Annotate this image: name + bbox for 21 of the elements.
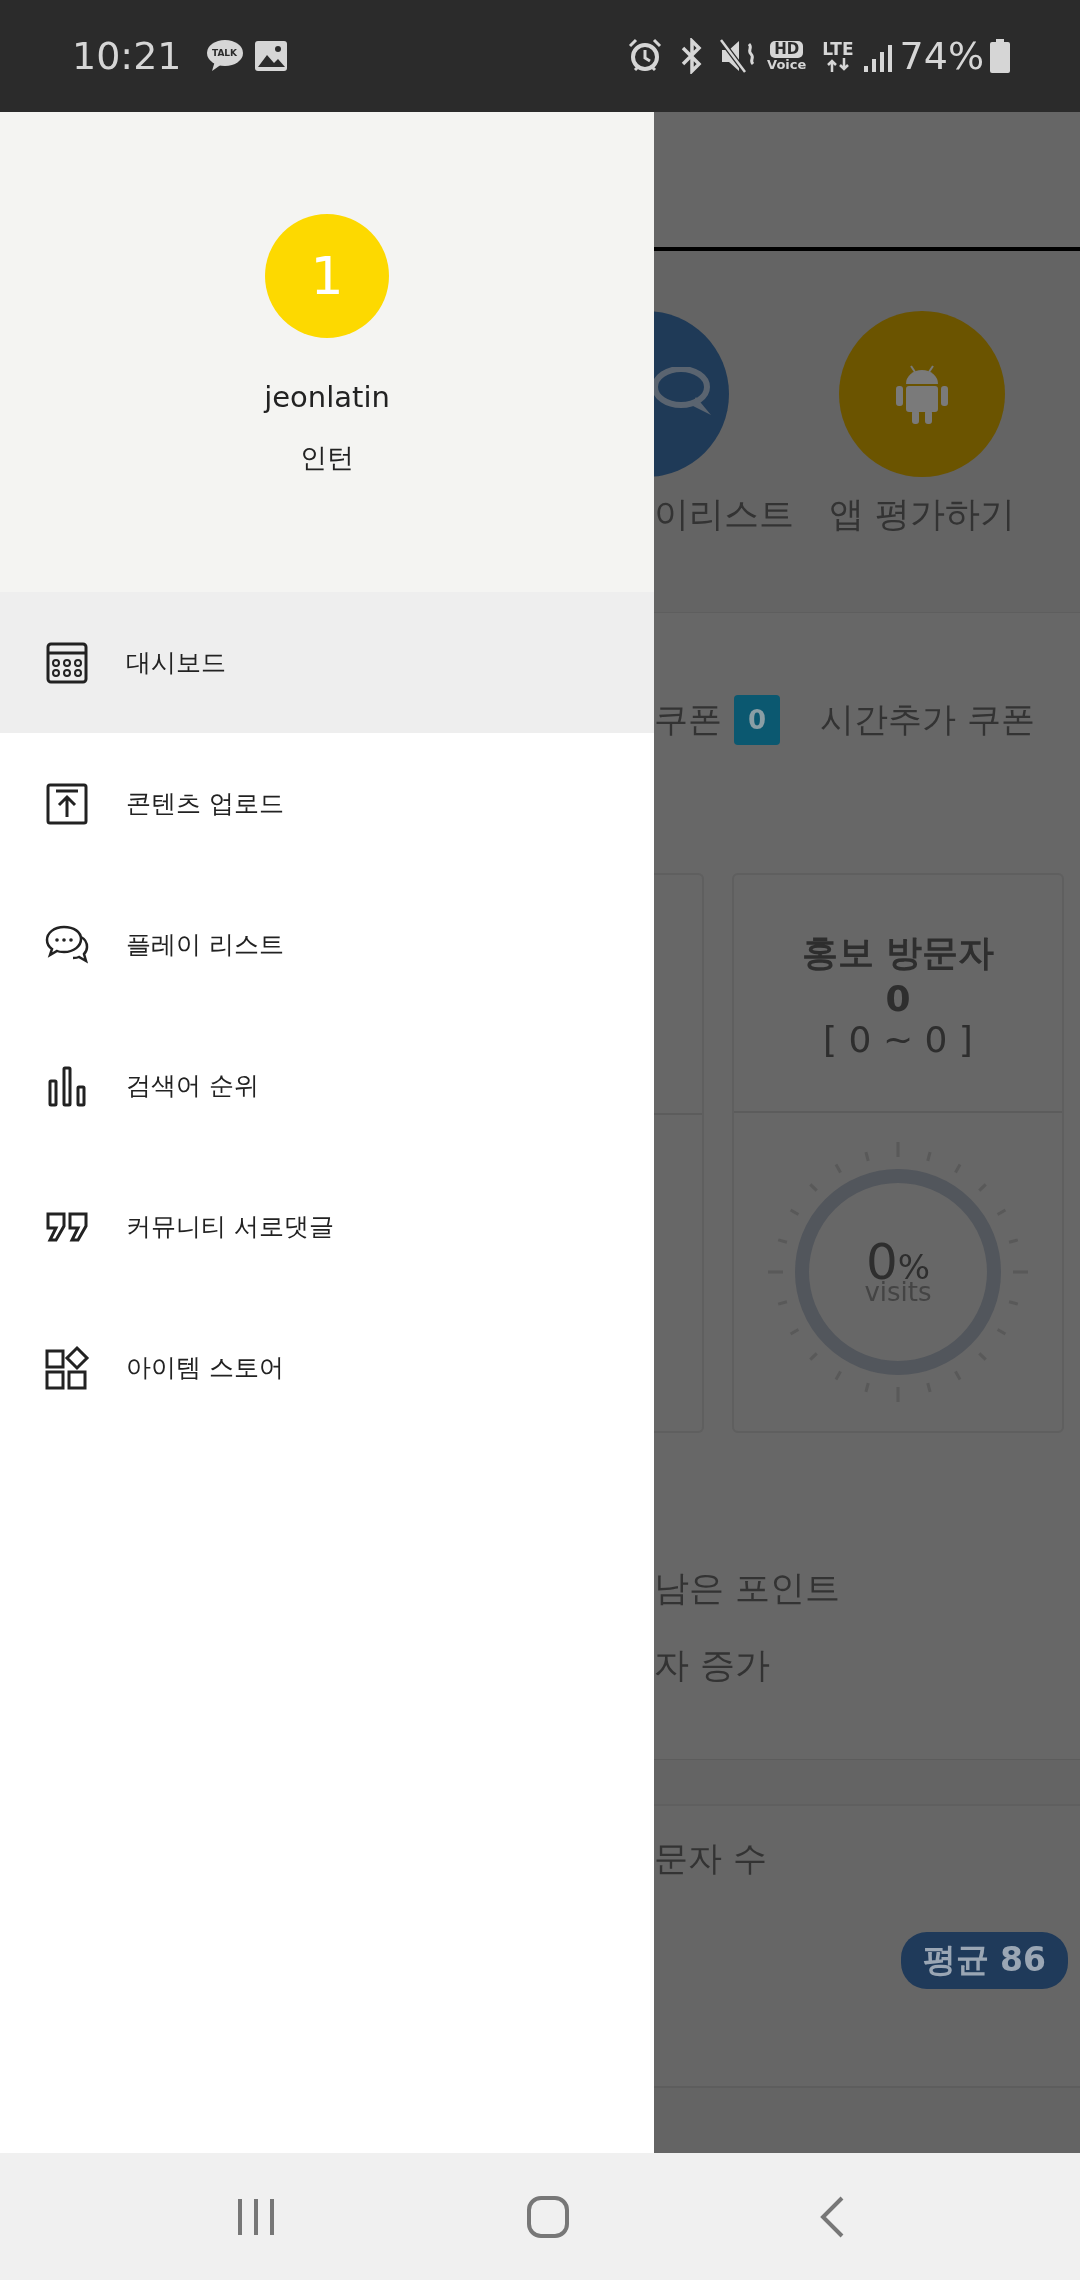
image-icon [253,40,288,72]
hd-badge: HD [770,41,804,58]
clock: 10:21 [72,34,182,78]
stat-value: 0 [885,978,911,1019]
battery-icon [990,39,1010,73]
average-badge: 평균 86 [900,1932,1068,1989]
stat-title: 홍보 방문자 [801,931,995,975]
voice-label: Voice [767,57,807,71]
user-role: 인턴 [300,441,354,475]
network-label: LTE [822,40,854,58]
alarm-icon [627,38,664,74]
menu-item[interactable]: 대시보드 [0,592,654,733]
stat-range: [ 0 ~ 0 ] [823,1019,973,1060]
back-icon[interactable] [818,2194,846,2239]
avatar: 1 [265,214,389,338]
username: jeonlatin [264,380,390,414]
data-arrows-icon [825,57,850,72]
shapes-icon [44,1344,90,1391]
battery-level: 74% [899,34,984,78]
home-icon[interactable] [526,2194,570,2239]
count-badge: 0 [734,695,781,745]
